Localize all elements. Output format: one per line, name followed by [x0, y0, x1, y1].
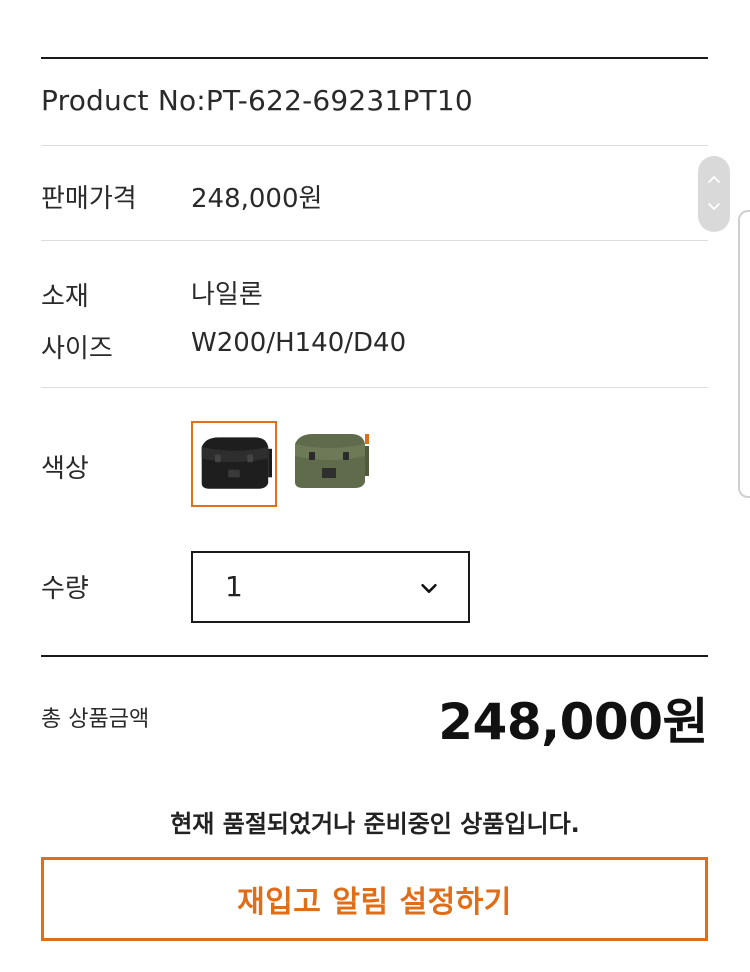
material-value: 나일론: [191, 280, 263, 310]
chevron-up-icon[interactable]: [706, 172, 722, 188]
restock-alert-label: 재입고 알림 설정하기: [237, 885, 512, 920]
edge-panel-handle[interactable]: [738, 210, 750, 498]
color-swatch-olive[interactable]: [286, 421, 372, 507]
size-label: 사이즈: [41, 334, 113, 364]
product-purchase-panel: Product No:PT-622-69231PT10 판매가격 248,000…: [0, 0, 750, 972]
chevron-down-icon[interactable]: [706, 198, 722, 214]
quantity-select[interactable]: 1: [191, 551, 470, 623]
top-divider: [41, 57, 708, 59]
size-value: W200/H140/D40: [191, 328, 407, 358]
material-label: 소재: [41, 282, 89, 312]
scroll-control[interactable]: [698, 156, 730, 232]
quantity-label: 수량: [41, 574, 89, 604]
color-swatch-black[interactable]: [191, 421, 277, 507]
divider: [41, 145, 708, 146]
chevron-down-icon: [421, 583, 437, 593]
product-number: Product No:PT-622-69231PT10: [41, 84, 473, 117]
price-label: 판매가격: [41, 184, 137, 214]
quantity-selected-value: 1: [225, 570, 243, 603]
sold-out-message: 현재 품절되었거나 준비중인 상품입니다.: [170, 810, 580, 838]
total-label: 총 상품금액: [41, 707, 150, 732]
color-label: 색상: [41, 454, 89, 484]
divider: [41, 387, 708, 388]
olive-bag-image: [289, 424, 369, 504]
restock-alert-button[interactable]: 재입고 알림 설정하기: [41, 857, 708, 941]
price-value: 248,000원: [191, 184, 323, 214]
divider: [41, 240, 708, 241]
black-bag-image: [196, 426, 272, 502]
total-divider: [41, 655, 708, 657]
total-price: 248,000원: [438, 693, 708, 751]
